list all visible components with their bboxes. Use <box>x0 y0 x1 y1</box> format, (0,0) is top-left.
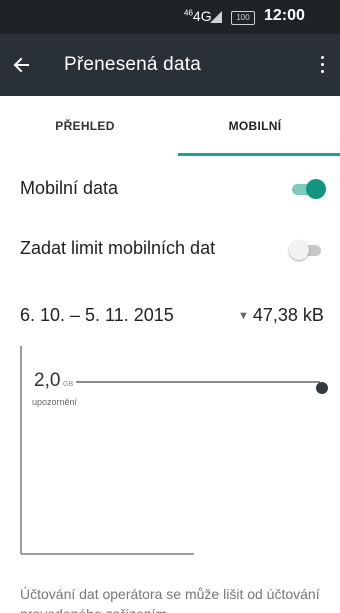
usage-chart: 2,0 GB upozornění <box>20 346 328 555</box>
app-bar: Přenesená data <box>0 34 340 96</box>
arrow-left-icon <box>13 57 29 73</box>
data-limit-label: Zadat limit mobilních dat <box>20 238 216 258</box>
tab-indicator <box>178 153 340 156</box>
cycle-usage-value: 47,38 kB <box>252 305 324 325</box>
data-limit-row[interactable]: Zadat limit mobilních dat <box>0 224 340 276</box>
signal-icon <box>210 11 222 23</box>
battery-icon: 100 <box>231 11 255 25</box>
back-button[interactable] <box>6 49 38 81</box>
more-options-button[interactable] <box>314 52 330 78</box>
warning-value: 2,0 <box>34 370 60 391</box>
mobile-data-toggle[interactable] <box>290 178 328 200</box>
tab-mobilni[interactable]: MOBILNÍ <box>170 96 340 156</box>
cycle-date-range: 6. 10. – 5. 11. 2015 <box>20 305 174 325</box>
clock: 12:00 <box>264 7 305 24</box>
warning-label: upozornění <box>32 397 78 407</box>
carrier-footnote: Účtování dat operátora se může lišit od … <box>20 586 320 613</box>
cycle-usage-dropdown[interactable]: ▼ 47,38 kB <box>238 305 324 326</box>
tab-prehled[interactable]: PŘEHLED <box>0 96 170 156</box>
data-limit-toggle[interactable] <box>289 239 327 261</box>
screen: 464G 100 12:00 Přenesená data PŘEHLED MO… <box>0 0 340 613</box>
mobile-data-label: Mobilní data <box>20 178 119 198</box>
page-title: Přenesená data <box>64 54 201 75</box>
warning-unit: GB <box>63 381 73 388</box>
more-vertical-icon <box>321 56 324 59</box>
network-indicator: 464G <box>184 8 212 24</box>
dropdown-caret-icon: ▼ <box>238 310 249 322</box>
mobile-data-row[interactable]: Mobilní data <box>0 164 340 216</box>
warning-handle[interactable] <box>316 382 328 394</box>
tab-bar: PŘEHLED MOBILNÍ <box>0 96 340 156</box>
status-bar: 464G 100 12:00 <box>0 0 340 34</box>
